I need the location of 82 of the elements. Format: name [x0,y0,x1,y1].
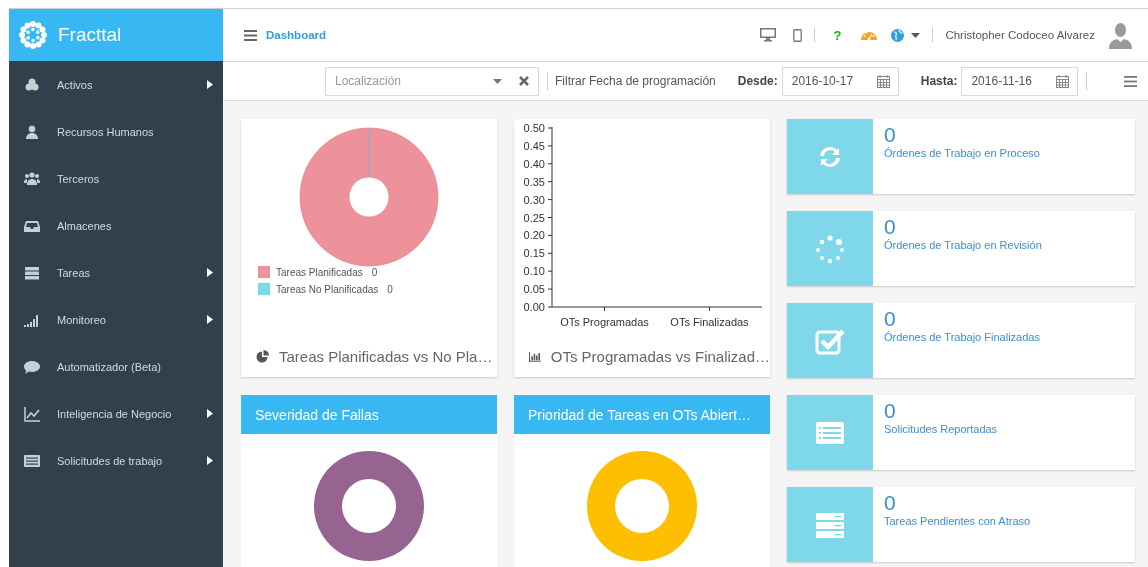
stat-value: 0 [884,400,896,422]
sidebar-item[interactable]: Terceros [9,155,223,202]
from-date-field[interactable]: 2016-10-17 [781,66,899,96]
sidebar-item[interactable]: Solicitudes de trabajo [9,437,223,484]
stat-link[interactable]: Solicitudes Reportadas [884,423,998,435]
date-filter-label: Filtrar Fecha de programación [555,74,716,88]
list-icon [24,452,40,469]
page-title: Dashboard [266,29,328,41]
person-icon [24,123,40,140]
spinner-icon [814,232,846,265]
to-label: Hasta: [920,74,958,88]
y-tick-label: 0.00 [523,301,545,313]
cubes-icon [24,76,40,93]
sidebar-item[interactable]: Automatizador (Beta) [9,343,223,390]
legend-value: 0 [387,283,393,295]
y-axis-tick [547,217,553,218]
sidebar-item[interactable]: Inteligencia de Negocio [9,390,223,437]
y-tick-label: 0.30 [523,193,545,206]
x-category-label: OTs Programadas [560,316,649,328]
y-axis-tick [547,234,553,236]
calendar-icon[interactable] [876,74,890,88]
y-axis-tick [547,181,553,183]
y-axis-tick [547,306,553,308]
sidebar-item[interactable]: Monitoreo [9,296,223,343]
line-chart-icon [24,405,40,422]
sidebar-item[interactable]: Tareas [9,249,223,296]
clear-icon[interactable] [519,76,529,86]
monitor-icon[interactable] [760,28,777,42]
caret-icon[interactable] [911,32,921,38]
from-label: Desde: [737,74,778,88]
globe-icon[interactable] [891,28,905,42]
y-tick-label: 0.50 [523,122,545,134]
y-tick-label: 0.05 [523,283,545,296]
stat-value: 0 [884,216,896,238]
card-title: Tareas Planificadas vs No Pla… [279,348,493,365]
stat-link[interactable]: Órdenes de Trabajo en Revisión [884,239,1042,251]
y-axis-tick [547,163,553,165]
to-date-field[interactable]: 2016-11-16 [961,66,1079,96]
menu-icon[interactable] [1124,75,1137,87]
stat-value: 0 [884,308,896,330]
caret-icon[interactable] [493,78,502,84]
panel-title: Severidad de Fallas [255,406,379,423]
y-tick-label: 0.15 [523,247,545,260]
y-tick-label: 0.10 [523,265,545,278]
card-title: OTs Programadas vs Finalizad… [550,348,770,365]
tablet-icon[interactable] [793,28,803,42]
y-axis-tick [547,252,553,254]
stat-value: 0 [884,492,896,514]
location-select[interactable]: Localización [325,66,539,96]
y-tick-label: 0.25 [523,211,545,224]
y-tick-label: 0.20 [523,229,545,242]
legend-value: 0 [371,266,378,278]
y-axis-tick [547,127,553,129]
logo-icon [17,19,49,51]
y-tick-label: 0.35 [523,175,545,188]
user-name[interactable]: Christopher Codoceo Alvarez [945,29,1095,41]
legend-label: Tareas Planificadas [276,266,363,278]
calendar-icon[interactable] [1056,74,1070,88]
sidebar-item[interactable]: Activos [9,61,223,108]
y-tick-label: 0.45 [523,139,545,152]
sidebar-item[interactable]: Recursos Humanos [9,108,223,155]
stat-value: 0 [884,124,896,146]
stacked-bars-icon [24,264,40,281]
menu-icon[interactable] [244,29,257,41]
stat-link[interactable]: Órdenes de Trabajo Finalizadas [884,331,1040,343]
group-icon [24,170,40,187]
y-axis-tick [547,270,553,272]
legend-label: Tareas No Planificadas [276,283,379,295]
y-axis-tick [547,199,553,201]
stat-link[interactable]: Tareas Pendientes con Atraso [884,515,1031,527]
speech-bubble-icon [24,358,40,375]
y-axis-tick [547,145,553,147]
stat-link[interactable]: Órdenes de Trabajo en Proceso [884,147,1040,159]
pie-chart-icon [256,350,269,363]
y-axis-tick [547,288,553,290]
brand-name: Fracttal [58,24,122,46]
sidebar-item[interactable]: Almacenes [9,202,223,249]
x-category-label: OTs Finalizadas [670,316,749,328]
avatar-icon[interactable] [1109,21,1132,49]
panel-title: Prioridad de Tareas en OTs Abiert… [528,406,752,423]
bar-chart-icon [529,350,541,363]
y-tick-label: 0.40 [523,157,545,170]
